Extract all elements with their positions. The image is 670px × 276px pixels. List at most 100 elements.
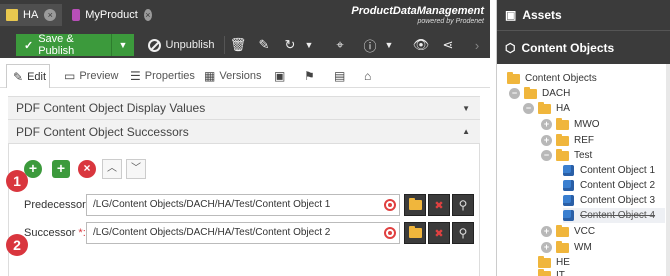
predecessor-field[interactable]: /LG/Content Objects/DACH/HA/Test/Content… — [86, 194, 400, 216]
tree-item-label: Content Object 4 — [580, 210, 656, 221]
folder-icon — [556, 133, 569, 146]
chevron-up-icon: ︿ — [107, 163, 117, 174]
folder-icon — [556, 117, 569, 130]
unpublish-button[interactable]: Unpublish — [140, 34, 222, 56]
delete-doc-icon: ✖ — [434, 227, 444, 240]
collapse-icon[interactable]: − — [523, 103, 534, 114]
folder-icon — [538, 255, 551, 268]
unpublish-label: Unpublish — [165, 39, 215, 51]
tree-item[interactable]: + WM — [541, 240, 592, 255]
close-icon: × — [83, 161, 91, 175]
tab-versions[interactable]: ▦ Versions — [198, 64, 262, 88]
panel-display-values[interactable]: PDF Content Object Display Values ▼ — [8, 96, 480, 120]
close-icon[interactable]: × — [44, 9, 57, 21]
info-dropdown[interactable]: ▼ — [382, 34, 396, 56]
close-icon[interactable]: × — [143, 9, 152, 21]
folder-icon — [538, 101, 551, 114]
predecessor-clear-button[interactable]: ✖ — [428, 194, 450, 216]
tree-item[interactable]: − DACH — [509, 86, 570, 101]
assets-header[interactable]: ▣ Assets — [497, 0, 670, 30]
share-button[interactable]: ⋖ — [438, 34, 458, 56]
folder-icon — [507, 71, 520, 84]
save-options-dropdown[interactable]: ▼ — [112, 34, 134, 56]
folder-open-icon — [408, 198, 422, 210]
assets-title: Assets — [522, 8, 562, 22]
clipboard-icon: ▤ — [334, 69, 346, 83]
successor-open-button[interactable] — [404, 222, 426, 244]
toolbar-scroll-right[interactable]: › — [470, 34, 484, 56]
tree-item-label: REF — [574, 135, 594, 146]
move-down-button[interactable]: ﹀ — [126, 159, 146, 179]
delete-button[interactable]: 🗑 — [228, 34, 248, 56]
delete-doc-icon: ✖ — [434, 199, 444, 212]
tree-item[interactable]: − HA — [523, 101, 570, 116]
tree-item[interactable]: IT — [523, 268, 565, 276]
preview-button[interactable]: 👁 — [410, 34, 432, 56]
tab-edit[interactable]: ✎ Edit — [6, 64, 50, 88]
bookmark-tab[interactable]: ⚑ — [298, 64, 316, 88]
tree-item[interactable]: + REF — [541, 133, 594, 148]
locate-target-icon[interactable] — [384, 227, 396, 239]
locate-button[interactable]: ⌖ — [330, 34, 350, 56]
tree-item[interactable]: − Test — [541, 148, 592, 163]
expand-icon[interactable]: + — [541, 242, 552, 253]
tab-ha[interactable]: HA × — [0, 4, 62, 26]
action-toolbar: ✓ Save & Publish ▼ Unpublish 🗑 ✎ ↻ ▼ ⌖ ⓘ… — [0, 30, 490, 58]
search-icon: ⚲ — [458, 226, 468, 240]
plus-shield-icon: + — [56, 160, 66, 176]
panel-title: PDF Content Object Successors — [16, 124, 189, 139]
tab-label: Edit — [27, 70, 47, 83]
remove-row-button[interactable]: × — [78, 160, 96, 178]
successor-clear-button[interactable]: ✖ — [428, 222, 450, 244]
brand-subtitle: powered by Prodenet — [417, 18, 484, 25]
chevron-right-icon: › — [474, 37, 480, 53]
add-row-after-button[interactable]: + — [52, 160, 70, 178]
tab-preview[interactable]: ▭ Preview — [58, 64, 118, 88]
folder-icon — [556, 148, 569, 161]
eye-icon: 👁 — [412, 37, 430, 52]
collapse-icon[interactable]: − — [509, 88, 520, 99]
predecessor-open-button[interactable] — [404, 194, 426, 216]
collapse-icon[interactable]: − — [541, 150, 552, 161]
save-publish-button[interactable]: ✓ Save & Publish — [16, 33, 112, 57]
successor-field[interactable]: /LG/Content Objects/DACH/HA/Test/Content… — [86, 222, 400, 244]
info-button[interactable]: ⓘ — [360, 34, 380, 56]
document-icon — [6, 9, 18, 21]
tree-item[interactable]: Content Object 4 — [563, 208, 665, 223]
annotation-marker-1: 1 — [6, 170, 28, 192]
clipboard-tab[interactable]: ▤ — [328, 64, 346, 88]
predecessor-search-button[interactable]: ⚲ — [452, 194, 474, 216]
tree-item[interactable]: + VCC — [541, 224, 595, 239]
tree-item[interactable]: + MWO — [541, 117, 600, 132]
tree-item[interactable]: Content Objects — [507, 71, 597, 86]
tree-item-label: Content Object 2 — [580, 180, 656, 191]
folder-icon — [524, 86, 537, 99]
tree-item-label: IT — [556, 270, 565, 276]
successor-search-button[interactable]: ⚲ — [452, 222, 474, 244]
unpublish-icon — [147, 38, 161, 52]
expand-icon[interactable]: + — [541, 226, 552, 237]
checkmark-icon: ✓ — [24, 39, 34, 52]
required-marker: *: — [78, 227, 86, 239]
tab-properties[interactable]: ☰ Properties — [124, 64, 195, 88]
tab-myproduct[interactable]: MyProduct × — [66, 4, 152, 26]
rename-button[interactable]: ✎ — [254, 34, 274, 56]
reload-dropdown[interactable]: ▼ — [302, 34, 316, 56]
content-objects-header[interactable]: ⬡ Content Objects — [497, 30, 670, 64]
tree-item-label: Content Object 1 — [580, 165, 656, 176]
folder-open-icon — [408, 226, 422, 238]
tree-scrollbar[interactable] — [666, 64, 670, 276]
schedule-tab[interactable]: ▣ — [268, 64, 286, 88]
chevron-down-icon: ﹀ — [131, 163, 141, 174]
locate-target-icon[interactable] — [384, 199, 396, 211]
tree-item[interactable]: Content Object 1 — [563, 163, 655, 178]
move-up-button[interactable]: ︿ — [102, 159, 122, 179]
reload-button[interactable]: ↻ — [280, 34, 300, 56]
expand-icon[interactable]: + — [541, 135, 552, 146]
tree-item[interactable]: Content Object 2 — [563, 178, 655, 193]
cube-icon: ⬡ — [505, 40, 516, 55]
tags-tab[interactable]: ⌂ — [358, 64, 376, 88]
tree-item[interactable]: Content Object 3 — [563, 193, 655, 208]
panel-successors[interactable]: PDF Content Object Successors ▲ — [8, 120, 480, 144]
expand-icon[interactable]: + — [541, 119, 552, 130]
